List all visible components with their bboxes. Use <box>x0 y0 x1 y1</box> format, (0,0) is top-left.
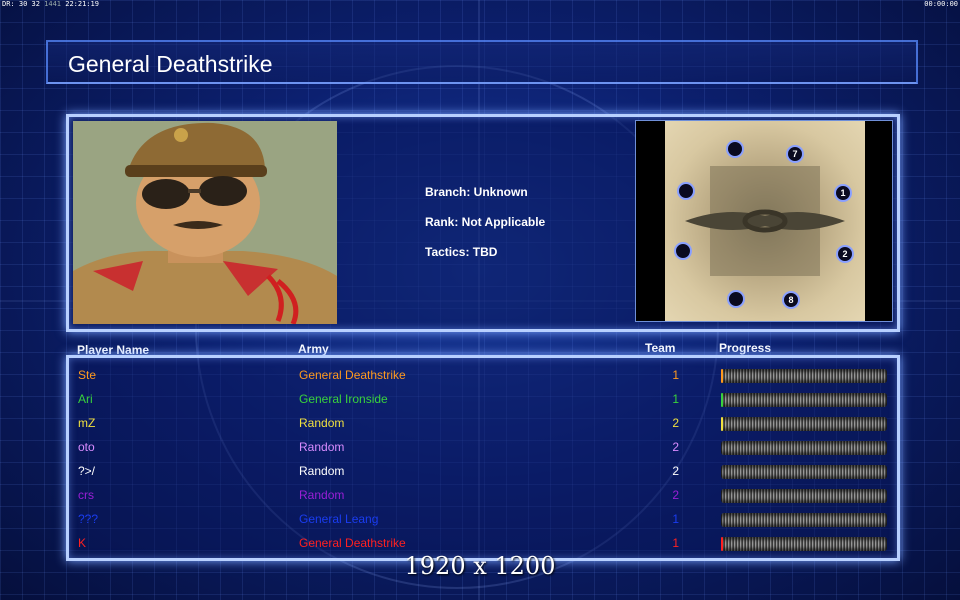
start-position-marker <box>727 290 745 308</box>
player-army: Random <box>299 416 345 430</box>
loading-progress-fill <box>721 369 723 383</box>
branch-label: Branch: Unknown <box>425 185 528 199</box>
start-number-label: 7 <box>792 149 797 159</box>
map-terrain: 7 1 2 8 <box>665 121 865 321</box>
map-preview: 7 1 2 8 <box>635 120 893 322</box>
player-army: Random <box>299 488 345 502</box>
player-name: K <box>78 536 87 550</box>
start-number-label: 1 <box>840 188 845 198</box>
page-title: General Deathstrike <box>68 51 273 77</box>
player-team: 2 <box>672 440 679 454</box>
player-team: 1 <box>672 536 679 550</box>
player-army: General Ironside <box>299 392 388 406</box>
player-army: Random <box>299 440 345 454</box>
title-bar: General Deathstrike <box>46 40 918 84</box>
loading-progress-fill <box>721 417 723 431</box>
resolution-watermark: 1920 x 1200 <box>404 552 556 580</box>
player-team: 2 <box>672 488 679 502</box>
player-name: crs <box>78 488 94 502</box>
loading-progress-bar <box>721 417 887 431</box>
loading-progress-bar <box>721 465 887 479</box>
player-army: General Deathstrike <box>299 368 406 382</box>
debug-counter-dim: 1441 <box>44 0 62 8</box>
player-army: General Deathstrike <box>299 536 406 550</box>
player-army: General Leang <box>299 512 379 526</box>
player-row: oto Random 2 <box>69 436 897 460</box>
debug-clock: 22:21:19 <box>65 0 99 8</box>
start-position-marker <box>674 242 692 260</box>
loading-progress-bar <box>721 369 887 383</box>
debug-timer: 00:00:00 <box>924 0 958 8</box>
general-portrait <box>73 121 337 324</box>
player-roster: Ste General Deathstrike 1 Ari General Ironsi… <box>66 355 900 561</box>
general-info-panel: Branch: Unknown Rank: Not Applicable Tac… <box>66 114 900 332</box>
header-progress: Progress <box>719 341 772 355</box>
header-team: Team <box>645 341 676 355</box>
start-number-label: 8 <box>788 295 793 305</box>
player-team: 1 <box>672 512 679 526</box>
player-team: 2 <box>672 464 679 478</box>
loading-progress-fill <box>721 537 723 551</box>
player-row: Ste General Deathstrike 1 <box>69 364 897 388</box>
header-army: Army <box>298 342 329 356</box>
debug-counters: DR: 30 32 <box>2 0 40 8</box>
player-team: 1 <box>672 368 679 382</box>
tactics-label: Tactics: TBD <box>425 245 498 259</box>
player-army: Random <box>299 464 345 478</box>
start-position-marker <box>677 182 695 200</box>
player-row: ?>/ Random 2 <box>69 460 897 484</box>
player-row: mZ Random 2 <box>69 412 897 436</box>
player-name: Ari <box>78 392 93 406</box>
rank-label: Rank: Not Applicable <box>425 215 546 229</box>
general-stats: Branch: Unknown Rank: Not Applicable Tac… <box>425 185 545 275</box>
player-row: ??? General Leang 1 <box>69 508 897 532</box>
start-number-label: 2 <box>842 249 847 259</box>
player-team: 1 <box>672 392 679 406</box>
loading-progress-bar <box>721 513 887 527</box>
loading-progress-fill <box>721 393 723 407</box>
player-name: oto <box>78 440 95 454</box>
player-name: Ste <box>78 368 97 382</box>
player-row: crs Random 2 <box>69 484 897 508</box>
player-name: ??? <box>78 512 99 526</box>
player-team: 2 <box>672 416 679 430</box>
debug-status-bar: DR: 30 32 1441 22:21:19 00:00:00 <box>0 0 960 9</box>
player-name: mZ <box>78 416 96 430</box>
start-position-marker <box>726 140 744 158</box>
player-name: ?>/ <box>78 464 96 478</box>
player-row: Ari General Ironside 1 <box>69 388 897 412</box>
loading-progress-bar <box>721 441 887 455</box>
debug-status-left: DR: 30 32 1441 22:21:19 <box>2 0 99 9</box>
loading-progress-bar <box>721 537 887 551</box>
loading-progress-bar <box>721 489 887 503</box>
loading-progress-bar <box>721 393 887 407</box>
